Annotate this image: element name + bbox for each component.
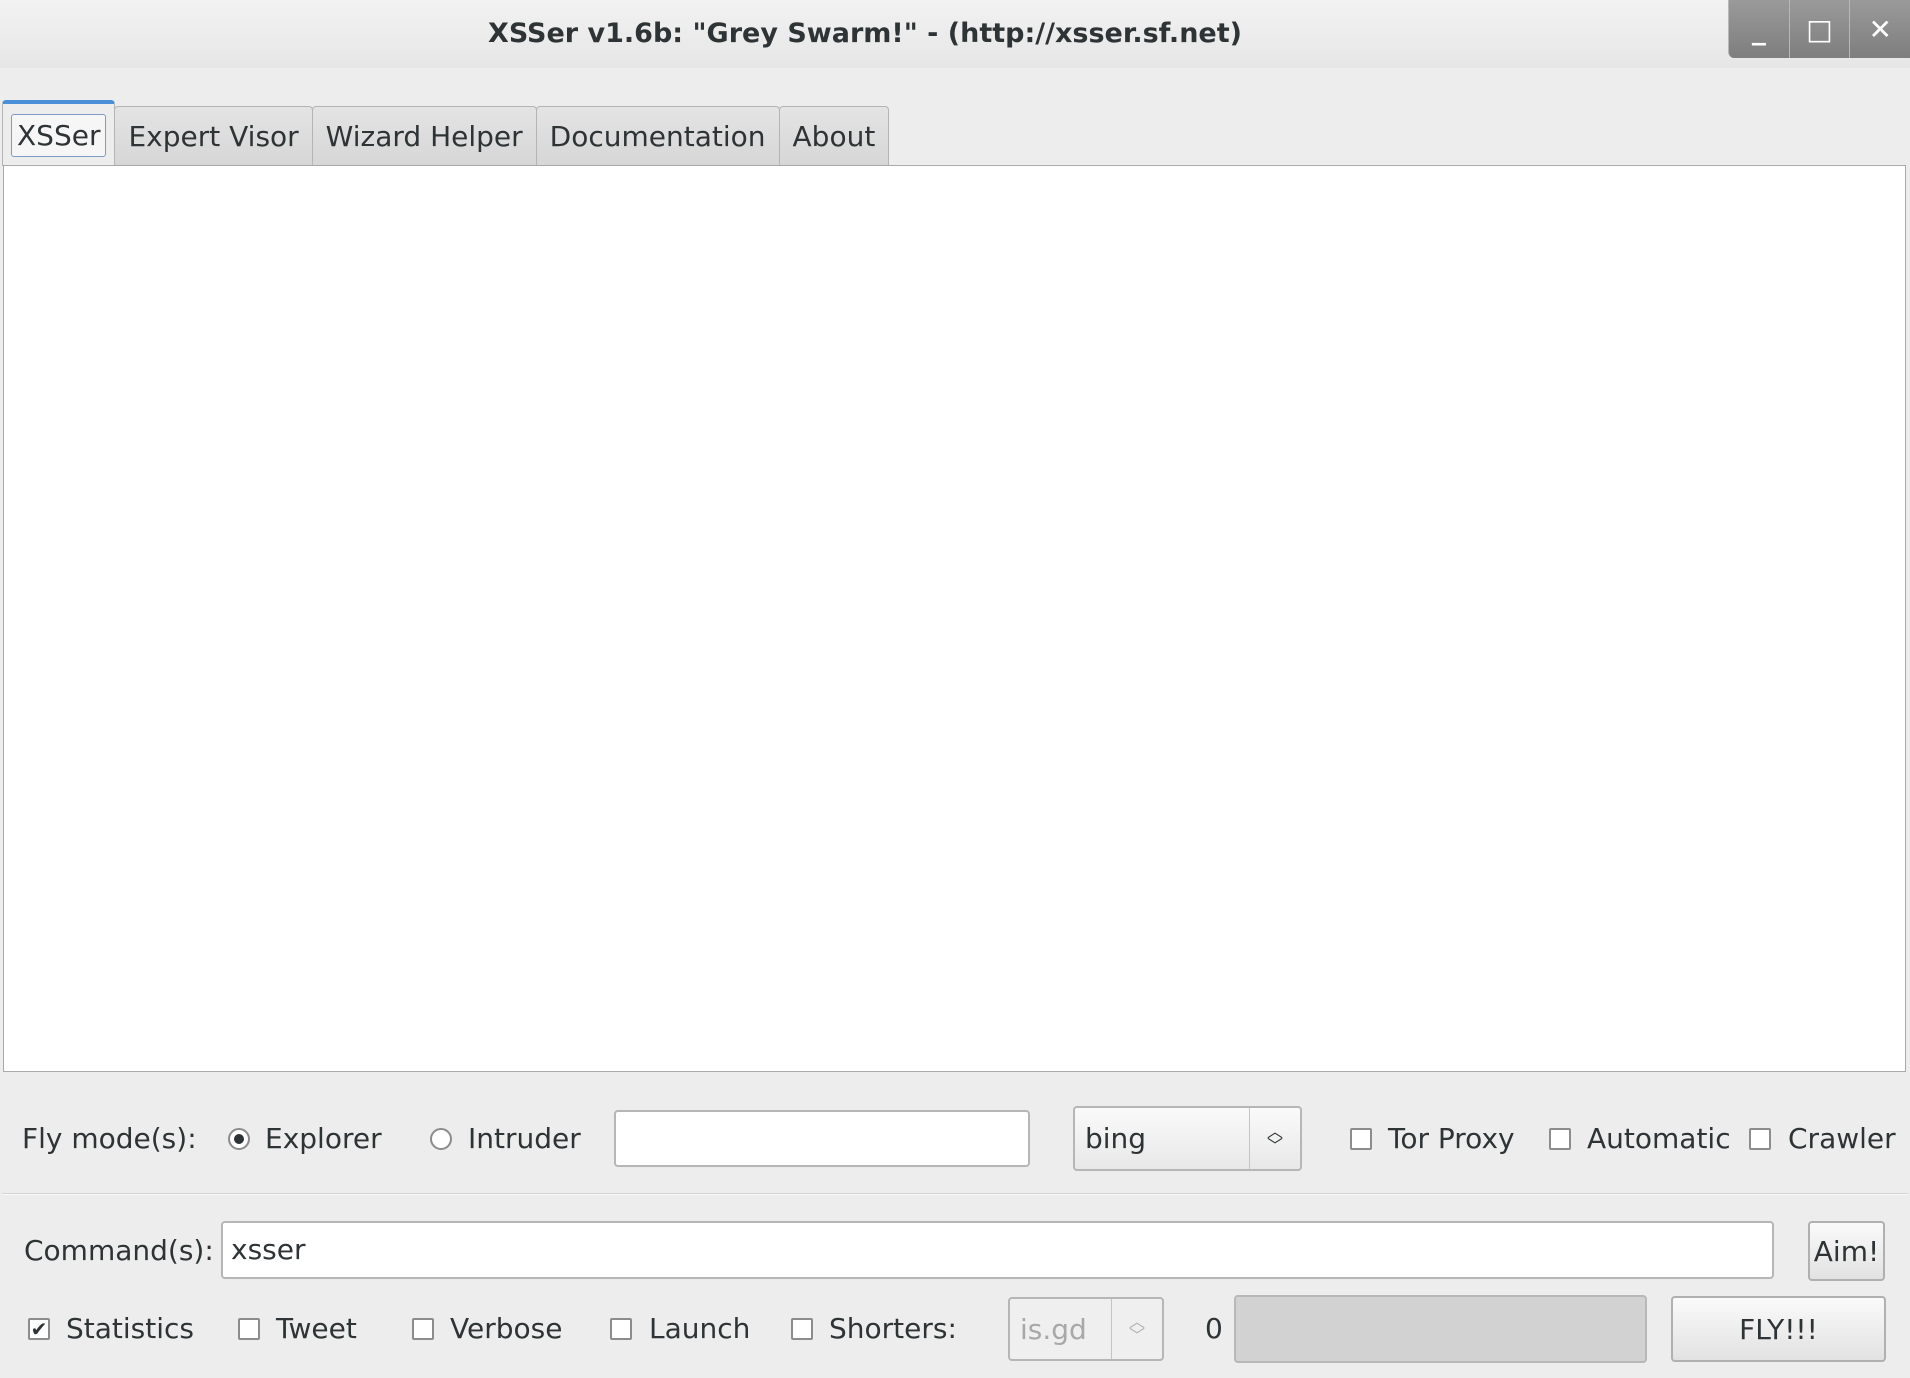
search-engine-value: bing bbox=[1085, 1122, 1147, 1155]
launch-label[interactable]: Launch bbox=[649, 1312, 750, 1345]
shorters-label[interactable]: Shorters: bbox=[829, 1312, 957, 1345]
minimize-button[interactable]: _ bbox=[1728, 0, 1789, 58]
tab-documentation[interactable]: Documentation bbox=[535, 106, 780, 166]
automatic-checkbox[interactable] bbox=[1549, 1128, 1571, 1150]
shortener-value: is.gd bbox=[1020, 1312, 1087, 1346]
radio-selected-dot bbox=[234, 1134, 244, 1144]
launch-checkbox[interactable] bbox=[610, 1318, 632, 1340]
intruder-label[interactable]: Intruder bbox=[468, 1122, 581, 1155]
fly-mode-label: Fly mode(s): bbox=[22, 1122, 197, 1155]
tab-wizard-helper[interactable]: Wizard Helper bbox=[311, 106, 537, 166]
tab-label: About bbox=[792, 120, 876, 153]
fly-button[interactable]: FLY!!! bbox=[1671, 1296, 1886, 1362]
fly-button-label: FLY!!! bbox=[1739, 1312, 1818, 1346]
dork-input[interactable] bbox=[614, 1110, 1030, 1167]
output-pane[interactable] bbox=[3, 165, 1906, 1072]
automatic-label[interactable]: Automatic bbox=[1587, 1122, 1731, 1155]
tab-about[interactable]: About bbox=[778, 106, 890, 166]
shorters-checkbox[interactable] bbox=[791, 1318, 813, 1340]
intruder-radio[interactable] bbox=[430, 1128, 452, 1150]
progress-count: 0 bbox=[1205, 1312, 1223, 1345]
tweet-label[interactable]: Tweet bbox=[276, 1312, 357, 1345]
crawler-label[interactable]: Crawler bbox=[1788, 1122, 1896, 1155]
minimize-icon: _ bbox=[1751, 12, 1766, 46]
crawler-checkbox[interactable] bbox=[1749, 1128, 1771, 1150]
search-engine-select[interactable]: bing ︿ ﹀ bbox=[1073, 1106, 1302, 1171]
maximize-button[interactable]: □ bbox=[1788, 0, 1850, 58]
tab-label: Wizard Helper bbox=[325, 120, 523, 153]
tab-label: Expert Visor bbox=[128, 120, 299, 153]
tab-bar: XSSer Expert Visor Wizard Helper Documen… bbox=[2, 100, 890, 166]
close-icon: ✕ bbox=[1868, 12, 1892, 46]
tab-expert-visor[interactable]: Expert Visor bbox=[114, 106, 313, 166]
statistics-label[interactable]: Statistics bbox=[66, 1312, 194, 1345]
tab-label: Documentation bbox=[549, 120, 766, 153]
window-title: XSSer v1.6b: "Grey Swarm!" - (http://xss… bbox=[488, 18, 1242, 49]
chevron-updown-icon: ︿ ﹀ bbox=[1249, 1108, 1300, 1169]
tor-proxy-label[interactable]: Tor Proxy bbox=[1388, 1122, 1515, 1155]
command-input[interactable]: xsser bbox=[221, 1221, 1774, 1279]
close-button[interactable]: ✕ bbox=[1849, 0, 1910, 58]
explorer-label[interactable]: Explorer bbox=[265, 1122, 382, 1155]
tab-label: XSSer bbox=[11, 113, 107, 157]
separator bbox=[2, 1193, 1908, 1195]
chevron-updown-icon: ︿ ﹀ bbox=[1111, 1299, 1162, 1359]
window-controls: _ □ ✕ bbox=[1728, 0, 1910, 58]
command-label: Command(s): bbox=[24, 1234, 214, 1267]
aim-button[interactable]: Aim! bbox=[1808, 1221, 1885, 1281]
tor-proxy-checkbox[interactable] bbox=[1350, 1128, 1372, 1150]
aim-button-label: Aim! bbox=[1813, 1234, 1880, 1268]
checkmark-icon: ✔ bbox=[28, 1318, 50, 1340]
progress-bar bbox=[1234, 1295, 1647, 1363]
tweet-checkbox[interactable] bbox=[238, 1318, 260, 1340]
tab-xsser[interactable]: XSSer bbox=[2, 100, 116, 166]
shortener-select[interactable]: is.gd ︿ ﹀ bbox=[1008, 1297, 1164, 1361]
statistics-checkbox[interactable]: ✔ bbox=[28, 1318, 50, 1340]
verbose-label[interactable]: Verbose bbox=[450, 1312, 562, 1345]
verbose-checkbox[interactable] bbox=[412, 1318, 434, 1340]
explorer-radio[interactable] bbox=[228, 1128, 250, 1150]
maximize-icon: □ bbox=[1806, 12, 1833, 46]
